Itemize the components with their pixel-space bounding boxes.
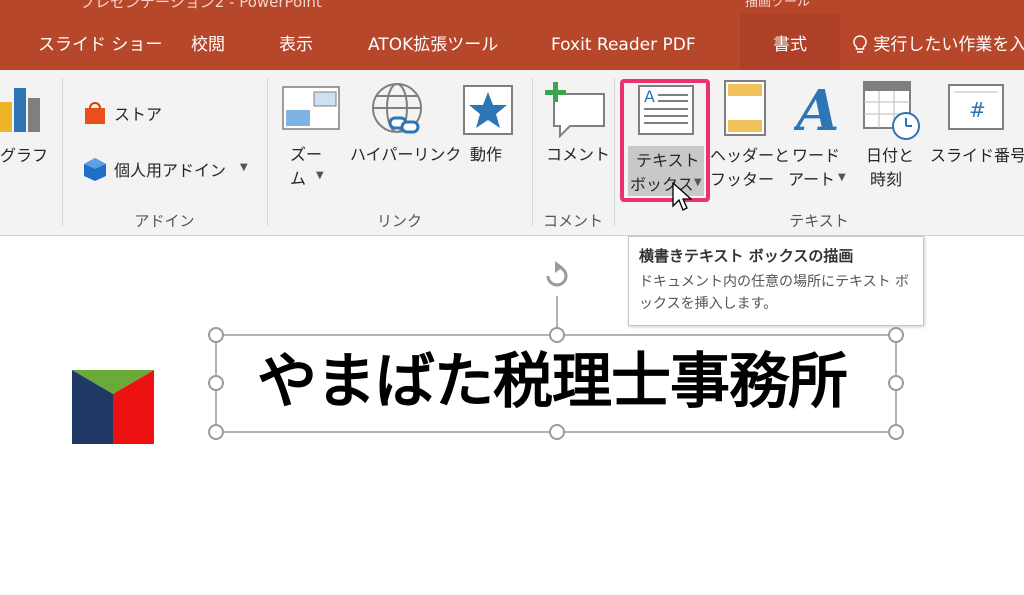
ribbon-tab-bar: スライド ショー 校閲 表示 ATOK拡張ツール Foxit Reader PD… — [0, 14, 1024, 70]
action-button[interactable]: 動作 — [456, 78, 522, 196]
title-bar: プレゼンテーション2 - PowerPoint 描画ツール — [0, 0, 1024, 14]
tell-me-box[interactable]: 実行したい作業を入 — [852, 14, 1024, 70]
group-divider — [532, 78, 533, 226]
wordart-label-2: アート — [788, 170, 836, 189]
header-footer-label-1: ヘッダーと — [710, 146, 791, 165]
tab-review[interactable]: 校閲 — [191, 14, 225, 70]
star-action-icon — [463, 85, 513, 135]
group-label-links: リンク — [376, 212, 422, 230]
store-icon — [85, 102, 105, 124]
chevron-down-icon: ▼ — [240, 162, 248, 173]
slide-title-text[interactable]: やまばた税理士事務所 — [216, 336, 888, 428]
zoom-label-2: ム — [290, 169, 307, 188]
chevron-down-icon: ▼ — [316, 170, 324, 181]
group-label-comments: コメント — [542, 212, 603, 230]
group-label-text: テキスト — [789, 212, 849, 230]
hyperlink-button[interactable]: ハイパーリンク — [346, 78, 461, 196]
chevron-down-icon: ▼ — [838, 172, 846, 183]
store-label: ストア — [114, 105, 163, 124]
group-divider — [62, 78, 63, 226]
context-tab-group-label: 描画ツール — [745, 0, 811, 10]
group-divider — [614, 78, 615, 226]
group-divider — [267, 78, 268, 226]
wordart-icon: A — [794, 80, 839, 136]
store-button[interactable]: ストア — [82, 98, 202, 128]
graph-label: グラフ — [0, 146, 49, 165]
comment-add-icon — [545, 82, 605, 138]
tab-atok[interactable]: ATOK拡張ツール — [368, 14, 498, 70]
calendar-clock-icon — [863, 81, 920, 140]
personal-addins-label: 個人用アドイン — [114, 161, 227, 180]
company-logo — [72, 370, 154, 444]
svg-text:A: A — [794, 80, 839, 136]
wordart-button[interactable]: A ワード アート ▼ — [782, 78, 852, 196]
comment-button[interactable]: コメント — [540, 78, 612, 196]
header-footer-button[interactable]: ヘッダーと フッター — [708, 78, 790, 196]
tab-view[interactable]: 表示 — [279, 14, 313, 70]
globe-link-icon — [372, 83, 422, 134]
chart-icon — [0, 88, 40, 132]
textbox-button[interactable]: A テキスト ボックス ▼ — [620, 79, 710, 202]
window-title: プレゼンテーション2 - PowerPoint — [80, 0, 322, 11]
action-label: 動作 — [470, 145, 503, 164]
slide-number-icon: # — [948, 84, 1004, 130]
wordart-label-1: ワード — [792, 146, 841, 165]
group-label-addins: アドイン — [134, 212, 195, 230]
slide-number-button[interactable]: # スライド番号 — [928, 78, 1024, 196]
slide-number-label: スライド番号 — [930, 146, 1024, 165]
zoom-label-1: ズー — [290, 145, 323, 164]
addins-cube-icon — [84, 158, 106, 181]
svg-text:A: A — [644, 87, 655, 106]
personal-addins-button[interactable]: 個人用アドイン ▼ — [82, 154, 257, 184]
zoom-icon — [282, 86, 340, 130]
tell-me-label: 実行したい作業を入 — [873, 35, 1024, 55]
date-time-button[interactable]: 日付と 時刻 — [856, 78, 926, 196]
date-time-label-2: 時刻 — [870, 170, 903, 189]
header-footer-label-2: フッター — [710, 170, 775, 189]
date-time-label-1: 日付と — [866, 146, 915, 165]
tab-slideshow[interactable]: スライド ショー — [38, 14, 162, 70]
tab-foxit[interactable]: Foxit Reader PDF — [551, 14, 696, 70]
tab-format[interactable]: 書式 — [740, 14, 840, 70]
ribbon: グラフ ストア 個人用アドイン ▼ アドイン ズー ム ▼ ハイパーリンク 動作… — [0, 70, 1024, 236]
hyperlink-label: ハイパーリンク — [350, 145, 462, 164]
mouse-cursor-icon — [672, 182, 692, 211]
chevron-down-icon: ▼ — [694, 177, 702, 188]
graph-button[interactable]: グラフ — [0, 70, 60, 200]
svg-text:#: # — [969, 98, 986, 122]
comment-label: コメント — [546, 145, 611, 164]
header-footer-icon — [724, 80, 766, 136]
textbox-icon: A — [638, 85, 694, 135]
zoom-button[interactable]: ズー ム ▼ — [278, 78, 344, 196]
lightbulb-icon — [853, 35, 867, 53]
textbox-label-1: テキスト — [636, 151, 700, 170]
